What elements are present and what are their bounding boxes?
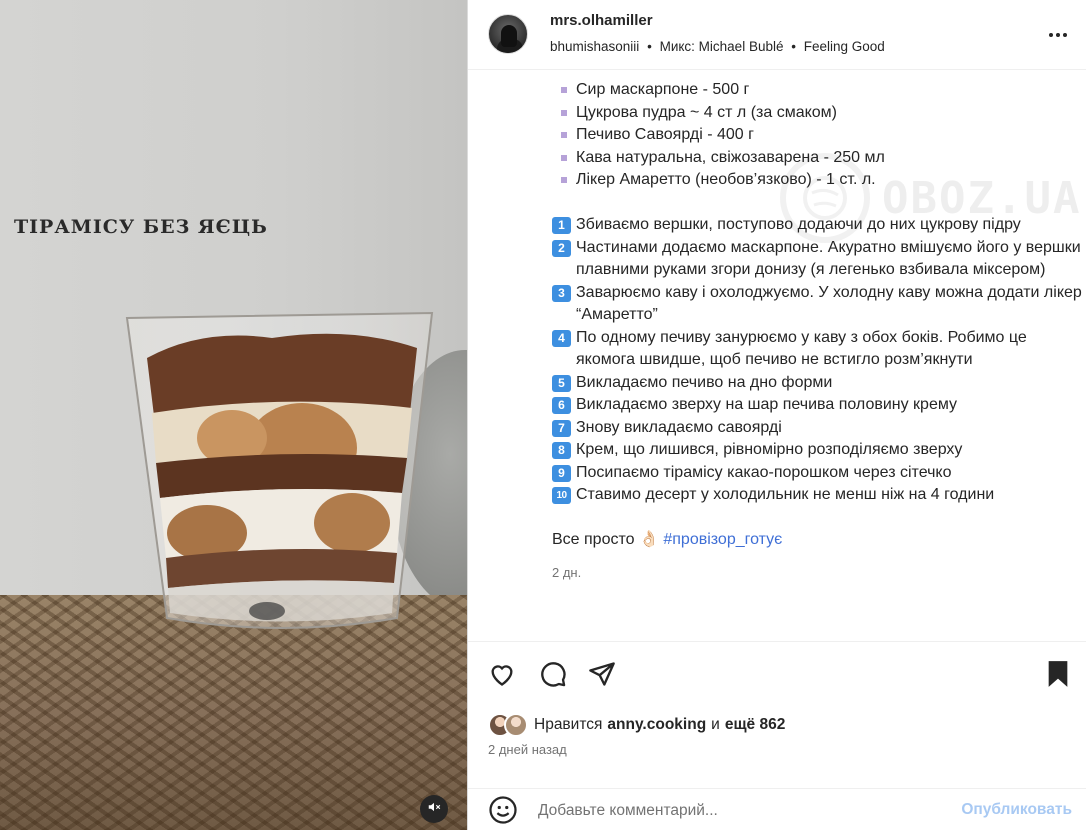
like-button[interactable] [486, 660, 518, 692]
likes-user-link[interactable]: anny.cooking [607, 716, 706, 734]
recipe-step: 9 Посипаємо тірамісу какао-порошком через… [552, 462, 1082, 485]
mute-toggle-button[interactable] [420, 795, 448, 823]
bullet-icon [561, 177, 567, 183]
recipe-step: 3 Заварюємо каву і охолоджуємо. У холодну… [552, 282, 1082, 327]
caption-final-line: Все просто 👌🏻 #провізор_готує [552, 529, 1082, 552]
more-options-button[interactable] [1046, 24, 1070, 44]
ingredient-item: Цукрова пудра ~ 4 ст л (за смаком) [552, 102, 1082, 125]
emoji-picker-button[interactable] [488, 795, 518, 830]
smiley-icon [488, 796, 518, 829]
recipe-step: 8 Крем, що лишився, рівномірно розподіляє… [552, 439, 1082, 462]
speaker-muted-icon [427, 800, 441, 819]
step-number-badge: 6 [552, 397, 571, 414]
likes-prefix: Нравится [534, 716, 603, 733]
post-comment-button[interactable]: Опубликовать [961, 801, 1072, 819]
audio-author-link[interactable]: bhumishasoniii [550, 39, 639, 54]
media-overlay-title: ТІРАМІСУ БЕЗ ЯЄЦЬ [14, 216, 268, 238]
comment-icon [539, 660, 567, 693]
step-number-badge: 9 [552, 464, 571, 482]
liker-avatar [504, 713, 528, 737]
recipe-step: 10 Ставимо десерт у холодильник не менш н… [552, 484, 1082, 507]
step-number-badge: 1 [552, 217, 571, 234]
audio-track-link[interactable]: Feeling Good [804, 39, 885, 54]
step-number-badge: 8 [552, 442, 571, 459]
bullet-icon [561, 109, 567, 116]
comment-button[interactable] [537, 660, 569, 692]
post-actions: Нравится anny.cooking и ещё 862 2 дней н… [468, 641, 1086, 830]
separator-dot: • [791, 39, 796, 54]
recipe-step: 1 Збиваємо вершки, поступово додаючи до н… [552, 214, 1082, 237]
author-avatar[interactable] [488, 14, 528, 54]
post-details-panel: mrs.olhamiller bhumishasoniii • Микс: Mi… [467, 0, 1086, 830]
more-options-icon [1048, 25, 1068, 43]
post-date[interactable]: 2 дней назад [488, 742, 567, 757]
save-button[interactable] [1042, 660, 1074, 692]
author-username[interactable]: mrs.olhamiller [550, 12, 653, 29]
likes-mid: и [711, 716, 720, 733]
step-number-badge: 3 [552, 284, 571, 302]
caption-text: Сир маскарпоне - 500 г Цукрова пудра ~ 4… [552, 79, 1082, 584]
bullet-icon [561, 132, 567, 138]
caption-time-ago[interactable]: 2 дн. [552, 562, 1082, 585]
step-number-badge: 4 [552, 329, 571, 347]
comment-bar: Опубликовать [468, 788, 1086, 830]
likes-summary[interactable]: Нравится anny.cooking и ещё 862 [488, 712, 785, 738]
step-number-badge: 10 [552, 487, 571, 504]
recipe-step: 7 Знову викладаємо савоярді [552, 417, 1082, 440]
instagram-post-view: ТІРАМІСУ БЕЗ ЯЄЦЬ mrs.olhamiller bhumish… [0, 0, 1086, 830]
hashtag-link[interactable]: #провізор_готує [663, 531, 782, 548]
post-header: mrs.olhamiller bhumishasoniii • Микс: Mi… [468, 0, 1086, 70]
bookmark-icon [1046, 660, 1070, 693]
ingredient-item: Сир маскарпоне - 500 г [552, 79, 1082, 102]
final-text: Все просто [552, 531, 635, 548]
bullet-icon [561, 154, 567, 161]
post-media[interactable]: ТІРАМІСУ БЕЗ ЯЄЦЬ [0, 0, 467, 830]
audio-info: bhumishasoniii • Микс: Michael Bublé • F… [550, 39, 885, 54]
ingredient-item: Лікер Амаретто (необов’язково) - 1 ст. л… [552, 169, 1082, 192]
heart-icon [488, 661, 516, 692]
recipe-step: 4 По одному печиву занурюємо у каву з обо… [552, 327, 1082, 372]
share-button[interactable] [586, 660, 618, 692]
tiramisu-glass-image [122, 308, 440, 638]
step-number-badge: 2 [552, 239, 571, 257]
separator-dot: • [647, 39, 652, 54]
recipe-step: 5 Викладаємо печиво на дно форми [552, 372, 1082, 395]
audio-label-link[interactable]: Микс: Michael Bublé [660, 39, 784, 54]
ok-hand-emoji: 👌🏻 [638, 531, 659, 548]
recipe-step: 2 Частинами додаємо маскарпоне. Акуратно … [552, 237, 1082, 282]
likes-count-link[interactable]: ещё 862 [725, 716, 786, 734]
recipe-step: 6 Викладаємо зверху на шар печива половин… [552, 394, 1082, 417]
bullet-icon [561, 87, 567, 93]
share-icon [588, 660, 616, 693]
ingredient-item: Кава натуральна, свіжозаварена - 250 мл [552, 147, 1082, 170]
step-number-badge: 7 [552, 419, 571, 437]
post-caption: OBOZ.UA Сир маскарпоне - 500 г Цукрова п… [468, 71, 1086, 641]
comment-input[interactable] [538, 797, 938, 825]
step-number-badge: 5 [552, 374, 571, 392]
ingredient-item: Печиво Савоярді - 400 г [552, 124, 1082, 147]
